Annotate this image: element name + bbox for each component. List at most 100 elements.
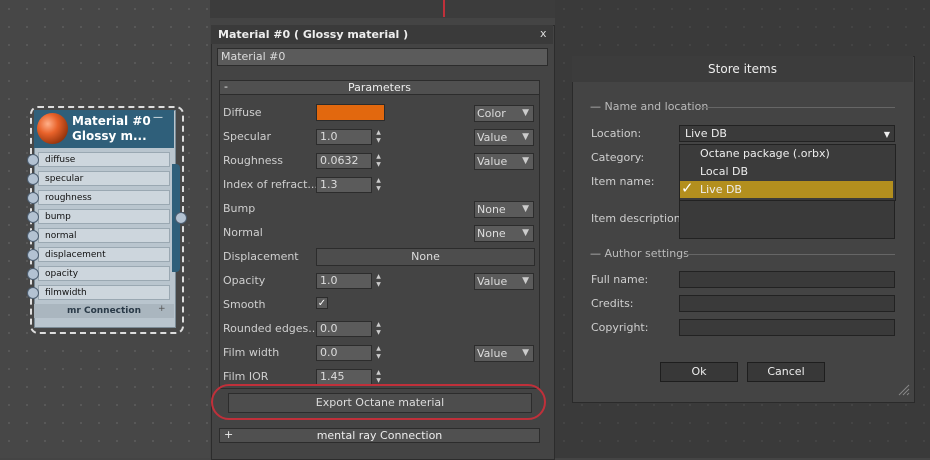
ior-spinner[interactable]: ▲ ▼ <box>374 177 383 193</box>
location-dropdown[interactable]: Live DB ▼ <box>679 125 895 142</box>
item-name-label: Item name: <box>591 175 655 188</box>
full-name-field[interactable] <box>679 271 895 288</box>
film-ior-input[interactable]: 1.45 <box>316 369 372 385</box>
node-subtitle: Glossy m... <box>72 129 147 143</box>
node-minimize-button[interactable]: — <box>153 112 163 123</box>
roughness-input[interactable]: 0.0632 <box>316 153 372 169</box>
input-socket-diffuse[interactable] <box>27 154 39 166</box>
rounded-edges-spinner[interactable]: ▲ ▼ <box>374 321 383 337</box>
location-label: Location: <box>591 127 642 140</box>
film-ior-label: Film IOR <box>223 370 269 383</box>
film-ior-spinner[interactable]: ▲ ▼ <box>374 369 383 385</box>
normal-type-value: None <box>477 227 506 240</box>
normal-type-dropdown[interactable]: None ▼ <box>474 225 534 242</box>
film-width-label: Film width <box>223 346 280 359</box>
credits-label: Credits: <box>591 297 634 310</box>
rounded-edges-input[interactable]: 0.0 <box>316 321 372 337</box>
chevron-down-icon: ▼ <box>522 132 529 142</box>
menu-item-local-db[interactable]: Local DB <box>680 163 893 180</box>
material-name-field[interactable]: Material #0 <box>217 48 548 66</box>
specular-type-value: Value <box>477 131 508 144</box>
slot-displacement[interactable]: displacement <box>38 247 170 262</box>
diffuse-type-value: Color <box>477 107 506 120</box>
roughness-type-value: Value <box>477 155 508 168</box>
time-slider-marker <box>443 0 445 17</box>
parameters-collapse-toggle[interactable]: - <box>224 80 228 93</box>
specular-type-dropdown[interactable]: Value ▼ <box>474 129 534 146</box>
resize-grip-icon[interactable] <box>896 382 910 396</box>
section-divider <box>684 254 895 255</box>
output-socket[interactable] <box>175 212 187 224</box>
mental-ray-rollout[interactable]: mental ray Connection <box>219 428 540 443</box>
input-socket-opacity[interactable] <box>27 268 39 280</box>
slot-specular[interactable]: specular <box>38 171 170 186</box>
panel-close-button[interactable]: x <box>540 27 547 40</box>
roughness-type-dropdown[interactable]: Value ▼ <box>474 153 534 170</box>
diffuse-type-dropdown[interactable]: Color ▼ <box>474 105 534 122</box>
chevron-down-icon: ▼ <box>522 276 529 286</box>
bump-label: Bump <box>223 202 256 215</box>
slot-opacity[interactable]: opacity <box>38 266 170 281</box>
slot-diffuse[interactable]: diffuse <box>38 152 170 167</box>
menu-item-live-db[interactable]: Live DB <box>680 181 893 198</box>
node-title: Material #0 <box>72 114 151 128</box>
material-preview-sphere <box>37 113 68 144</box>
smooth-checkbox[interactable]: ✓ <box>316 297 328 309</box>
parameters-rollout[interactable]: Parameters <box>219 80 540 95</box>
highlight-ellipse <box>211 384 546 420</box>
copyright-field[interactable] <box>679 319 895 336</box>
input-socket-bump[interactable] <box>27 211 39 223</box>
input-socket-specular[interactable] <box>27 173 39 185</box>
film-width-spinner[interactable]: ▲ ▼ <box>374 345 383 361</box>
slot-roughness[interactable]: roughness <box>38 190 170 205</box>
opacity-input[interactable]: 1.0 <box>316 273 372 289</box>
specular-input[interactable]: 1.0 <box>316 129 372 145</box>
input-socket-roughness[interactable] <box>27 192 39 204</box>
input-socket-filmwidth[interactable] <box>27 287 39 299</box>
mr-connection-bar[interactable]: mr Connection <box>34 304 174 318</box>
opacity-label: Opacity <box>223 274 266 287</box>
mr-connection-expand[interactable]: + <box>158 304 166 314</box>
diffuse-color-swatch[interactable] <box>316 104 385 121</box>
parameters-title: Parameters <box>348 81 411 94</box>
viewport-strip <box>210 0 555 18</box>
chevron-down-icon: ▼ <box>522 156 529 166</box>
name-location-title: Name and location <box>604 100 709 113</box>
displacement-label: Displacement <box>223 250 299 263</box>
slot-bump[interactable]: bump <box>38 209 170 224</box>
item-description-label: Item description: <box>591 212 685 225</box>
ior-input[interactable]: 1.3 <box>316 177 372 193</box>
menu-item-octane-package[interactable]: Octane package (.orbx) <box>680 145 893 162</box>
category-label: Category: <box>591 151 645 164</box>
item-description-field[interactable] <box>679 196 895 239</box>
mental-ray-expand-toggle[interactable]: + <box>224 428 233 441</box>
opacity-type-dropdown[interactable]: Value ▼ <box>474 273 534 290</box>
cancel-button[interactable]: Cancel <box>747 362 825 382</box>
opacity-spinner[interactable]: ▲ ▼ <box>374 273 383 289</box>
input-socket-displacement[interactable] <box>27 249 39 261</box>
full-name-label: Full name: <box>591 273 649 286</box>
diffuse-label: Diffuse <box>223 106 262 119</box>
resize-grip-glyph <box>898 384 910 396</box>
section-divider <box>700 107 895 108</box>
panel-title: Material #0 ( Glossy material ) <box>211 25 553 44</box>
chevron-down-icon: ▼ <box>522 228 529 238</box>
bump-type-value: None <box>477 203 506 216</box>
specular-spinner[interactable]: ▲ ▼ <box>374 129 383 145</box>
opacity-type-value: Value <box>477 275 508 288</box>
credits-field[interactable] <box>679 295 895 312</box>
slot-normal[interactable]: normal <box>38 228 170 243</box>
displacement-map-button[interactable]: None <box>316 248 535 266</box>
slot-filmwidth[interactable]: filmwidth <box>38 285 170 300</box>
mental-ray-title: mental ray Connection <box>316 429 443 442</box>
bump-type-dropdown[interactable]: None ▼ <box>474 201 534 218</box>
roughness-spinner[interactable]: ▲ ▼ <box>374 153 383 169</box>
film-width-type-dropdown[interactable]: Value ▼ <box>474 345 534 362</box>
chevron-down-icon: ▼ <box>522 348 529 358</box>
input-socket-normal[interactable] <box>27 230 39 242</box>
film-width-input[interactable]: 0.0 <box>316 345 372 361</box>
rounded-edges-label: Rounded edges... <box>223 322 319 335</box>
name-location-section: — Name and location <box>590 100 709 113</box>
ok-button[interactable]: Ok <box>660 362 738 382</box>
checkmark-icon: ✓ <box>681 179 694 197</box>
